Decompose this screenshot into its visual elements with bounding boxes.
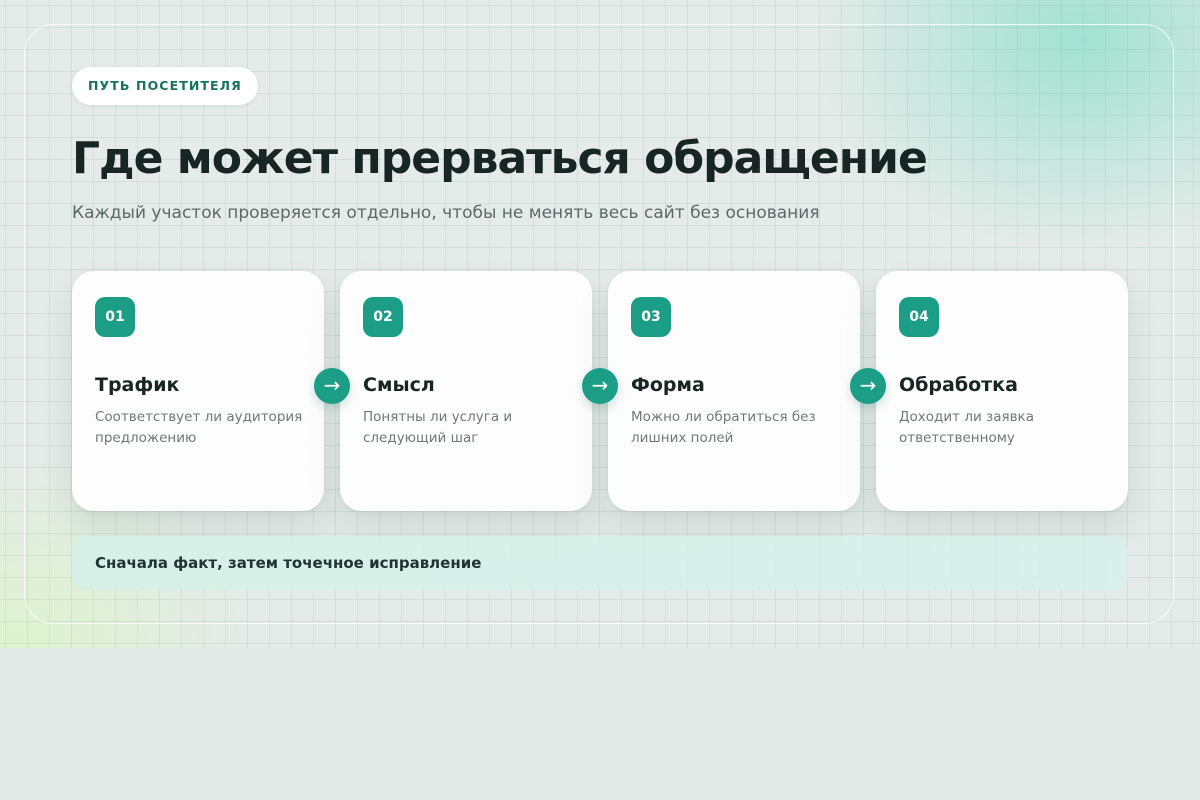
eyebrow-badge: ПУТЬ ПОСЕТИТЕЛЯ [72,67,258,105]
step-title: Форма [631,374,705,396]
step-card-traffic: 01 Трафик Соответствует ли аудитория пре… [72,271,324,511]
arrow-right-icon: → [314,368,350,404]
step-description: Доходит ли заявка ответственному [899,409,1034,446]
step-title: Смысл [363,374,435,396]
step-card-meaning: 02 Смысл Понятны ли услуга и следующий ш… [340,271,592,511]
arrow-right-icon: → [850,368,886,404]
step-card-processing: 04 Обработка Доходит ли заявка ответстве… [876,271,1128,511]
page-subtitle: Каждый участок проверяется отдельно, что… [72,203,820,223]
step-title: Трафик [95,374,180,396]
arrow-right-icon: → [582,368,618,404]
step-card-form: 03 Форма Можно ли обратиться без лишних … [608,271,860,511]
step-description: Понятны ли услуга и следующий шаг [363,409,513,446]
step-number-badge: 04 [899,297,939,337]
hero-panel: ПУТЬ ПОСЕТИТЕЛЯ Где может прерваться обр… [0,0,1200,648]
step-number-badge: 01 [95,297,135,337]
step-description: Соответствует ли аудитория предложению [95,409,303,446]
summary-note: Сначала факт, затем точечное исправление [72,536,1128,590]
step-title: Обработка [899,374,1018,396]
step-number-badge: 02 [363,297,403,337]
step-number-badge: 03 [631,297,671,337]
step-description: Можно ли обратиться без лишних полей [631,409,816,446]
page-title: Где может прерваться обращение [72,133,928,184]
